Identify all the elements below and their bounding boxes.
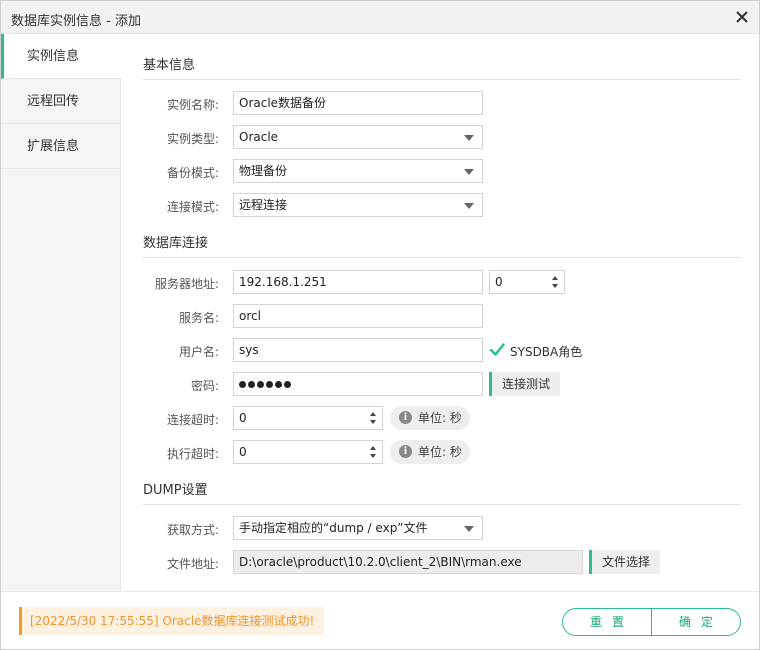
conn-mode-select[interactable]: 远程连接 xyxy=(233,193,483,217)
ok-button[interactable]: 确定 xyxy=(652,609,740,635)
conn-mode-label: 连接模式: xyxy=(166,200,219,214)
dump-method-select[interactable]: 手动指定相应的“dump / exp”文件 xyxy=(233,516,483,540)
status-message: [2022/5/30 17:55:55] Oracle数据库连接测试成功! xyxy=(19,607,324,635)
exec-timeout-label: 执行超时: xyxy=(166,447,219,461)
dialog-window: 数据库实例信息 - 添加 实例信息 远程回传 扩展信息 基本信息 实例名称: O… xyxy=(0,0,760,650)
password-mask xyxy=(239,377,293,391)
info-icon: i xyxy=(399,411,412,424)
divider xyxy=(143,257,741,258)
server-label: 服务器地址: xyxy=(154,277,219,291)
spin-down-icon[interactable] xyxy=(370,454,376,458)
dropdown-arrow-icon xyxy=(464,203,474,209)
file-path-input[interactable]: D:\oracle\product\10.2.0\client_2\BIN\rm… xyxy=(233,550,583,574)
dump-method-label: 获取方式: xyxy=(166,523,219,537)
backup-mode-label: 备份模式: xyxy=(166,166,219,180)
exec-timeout-value: 0 xyxy=(239,445,247,459)
unit-badge: i 单位: 秒 xyxy=(390,406,470,430)
password-input[interactable] xyxy=(233,372,483,396)
conn-timeout-stepper[interactable]: 0 xyxy=(233,406,383,430)
conn-mode-value: 远程连接 xyxy=(239,198,288,212)
sysdba-label: SYSDBA角色 xyxy=(510,345,583,359)
backup-mode-value: 物理备份 xyxy=(239,164,288,178)
dropdown-arrow-icon xyxy=(464,169,474,175)
exec-timeout-stepper[interactable]: 0 xyxy=(233,440,383,464)
dump-method-value: 手动指定相应的“dump / exp”文件 xyxy=(239,521,428,535)
form-content: 基本信息 实例名称: Oracle数据备份 实例类型: Oracle 备份模式:… xyxy=(121,34,759,591)
user-label: 用户名: xyxy=(178,345,219,359)
spin-down-icon[interactable] xyxy=(552,284,558,288)
instance-type-value: Oracle xyxy=(239,130,279,144)
password-dot xyxy=(266,381,273,388)
section-title-dump: DUMP设置 xyxy=(143,483,208,498)
dropdown-arrow-icon xyxy=(464,526,474,532)
file-choose-button[interactable]: 文件选择 xyxy=(589,550,661,574)
section-title-connection: 数据库连接 xyxy=(143,236,209,251)
sidebar-item-label: 扩展信息 xyxy=(27,139,80,154)
sidebar-item-remote-upload[interactable]: 远程回传 xyxy=(1,79,120,124)
spin-up-icon[interactable] xyxy=(370,446,376,450)
port-stepper[interactable]: 0 xyxy=(489,270,565,294)
instance-name-label: 实例名称: xyxy=(166,98,219,112)
conn-timeout-label: 连接超时: xyxy=(166,413,219,427)
instance-type-label: 实例类型: xyxy=(166,132,219,146)
sidebar-item-instance-info[interactable]: 实例信息 xyxy=(1,34,121,79)
password-dot xyxy=(239,381,246,388)
unit-label: 单位: 秒 xyxy=(418,411,462,425)
dropdown-arrow-icon xyxy=(464,135,474,141)
password-label: 密码: xyxy=(190,379,219,393)
spin-up-icon[interactable] xyxy=(370,412,376,416)
backup-mode-select[interactable]: 物理备份 xyxy=(233,159,483,183)
action-button-group: 重置 确定 xyxy=(562,608,741,636)
footer: [2022/5/30 17:55:55] Oracle数据库连接测试成功! 重置… xyxy=(1,591,759,649)
password-dot xyxy=(248,381,255,388)
service-label: 服务名: xyxy=(178,311,219,325)
window-title: 数据库实例信息 - 添加 xyxy=(11,14,141,29)
sidebar-item-extended-info[interactable]: 扩展信息 xyxy=(1,124,120,169)
sysdba-checkbox[interactable] xyxy=(489,342,505,358)
info-icon: i xyxy=(399,445,412,458)
file-path-label: 文件地址: xyxy=(166,557,219,571)
title-bar: 数据库实例信息 - 添加 xyxy=(1,1,759,34)
sidebar-item-label: 实例信息 xyxy=(27,49,80,64)
port-value: 0 xyxy=(495,275,503,289)
sidebar: 实例信息 远程回传 扩展信息 xyxy=(1,34,121,591)
password-dot xyxy=(275,381,282,388)
instance-name-input[interactable]: Oracle数据备份 xyxy=(233,91,483,115)
spin-up-icon[interactable] xyxy=(552,276,558,280)
connection-test-button[interactable]: 连接测试 xyxy=(489,372,561,396)
section-title-basic: 基本信息 xyxy=(143,58,196,73)
password-dot xyxy=(284,381,291,388)
unit-badge: i 单位: 秒 xyxy=(390,440,470,464)
password-dot xyxy=(257,381,264,388)
instance-type-select[interactable]: Oracle xyxy=(233,125,483,149)
divider xyxy=(143,504,741,505)
divider xyxy=(143,79,741,80)
close-icon[interactable] xyxy=(733,8,751,26)
unit-label: 单位: 秒 xyxy=(418,445,462,459)
spin-down-icon[interactable] xyxy=(370,420,376,424)
server-address-input[interactable]: 192.168.1.251 xyxy=(233,270,483,294)
reset-button[interactable]: 重置 xyxy=(563,609,652,635)
username-input[interactable]: sys xyxy=(233,338,483,362)
service-name-input[interactable]: orcl xyxy=(233,304,483,328)
conn-timeout-value: 0 xyxy=(239,411,247,425)
sidebar-item-label: 远程回传 xyxy=(27,94,80,109)
